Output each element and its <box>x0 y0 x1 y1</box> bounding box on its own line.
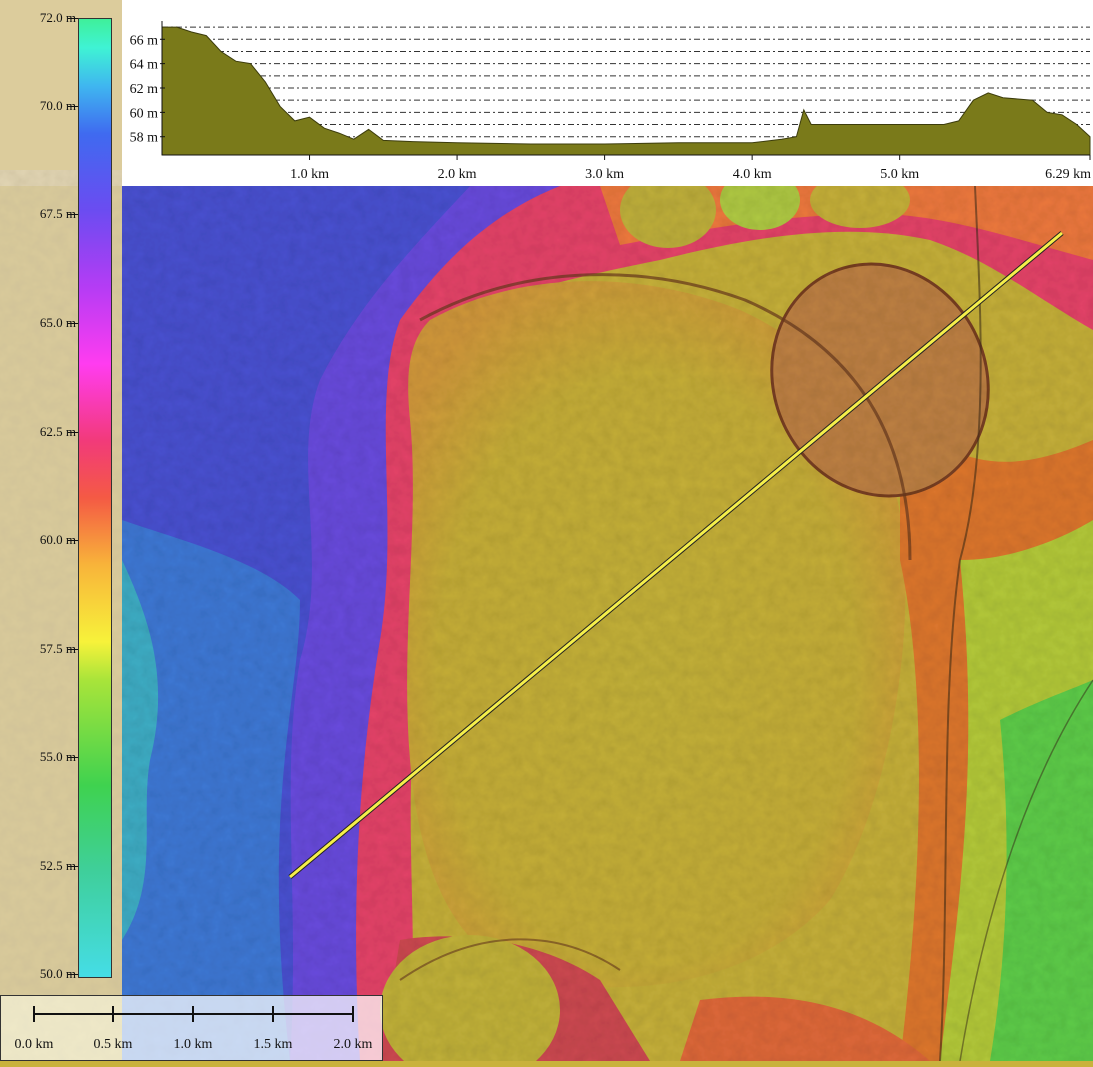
scale-label: 0.0 km <box>15 1037 54 1052</box>
legend-label: 70.0 m <box>39 98 76 113</box>
profile-y-tick-label: 58 m <box>130 131 159 146</box>
profile-y-tick-label: 60 m <box>130 106 159 121</box>
scale-label: 1.0 km <box>174 1037 213 1052</box>
elevation-color-bar <box>78 18 112 978</box>
legend-label: 65.0 m <box>39 315 76 330</box>
profile-x-tick-label: 5.0 km <box>880 167 919 182</box>
scale-bar: 0.0 km 0.5 km 1.0 km 1.5 km 2.0 km <box>0 995 383 1061</box>
profile-y-tick-label: 62 m <box>130 82 159 97</box>
legend-label: 57.5 m <box>39 641 76 656</box>
profile-x-tick-label: 6.29 km <box>1045 167 1091 182</box>
legend-label: 72.0 m <box>39 10 76 25</box>
elevation-profile-chart: 66 m 64 m 62 m 60 m 58 m 1.0 km 2.0 km 3.0 km 4… <box>130 21 1091 182</box>
scale-label: 1.5 km <box>254 1037 293 1052</box>
elevation-profile-panel: 66 m 64 m 62 m 60 m 58 m 1.0 km 2.0 km 3.0 km 4… <box>122 0 1093 186</box>
profile-x-tick-label: 4.0 km <box>733 167 772 182</box>
scale-label: 2.0 km <box>334 1037 373 1052</box>
profile-x-tick-label: 2.0 km <box>438 167 477 182</box>
scale-label: 0.5 km <box>94 1037 133 1052</box>
legend-label: 55.0 m <box>39 749 76 764</box>
profile-x-tick-label: 3.0 km <box>585 167 624 182</box>
legend-label: 60.0 m <box>39 532 76 547</box>
legend-label: 67.5 m <box>39 206 76 221</box>
profile-x-tick-label: 1.0 km <box>290 167 329 182</box>
legend-label: 52.5 m <box>39 858 76 873</box>
profile-area <box>161 26 1091 156</box>
elevation-legend: 72.0 m 70.0 m 67.5 m 65.0 m 62.5 m 60.0 … <box>0 0 122 995</box>
legend-label: 50.0 m <box>39 966 76 981</box>
profile-y-tick-label: 64 m <box>130 58 159 73</box>
legend-label: 62.5 m <box>39 424 76 439</box>
profile-y-tick-label: 66 m <box>130 33 159 48</box>
